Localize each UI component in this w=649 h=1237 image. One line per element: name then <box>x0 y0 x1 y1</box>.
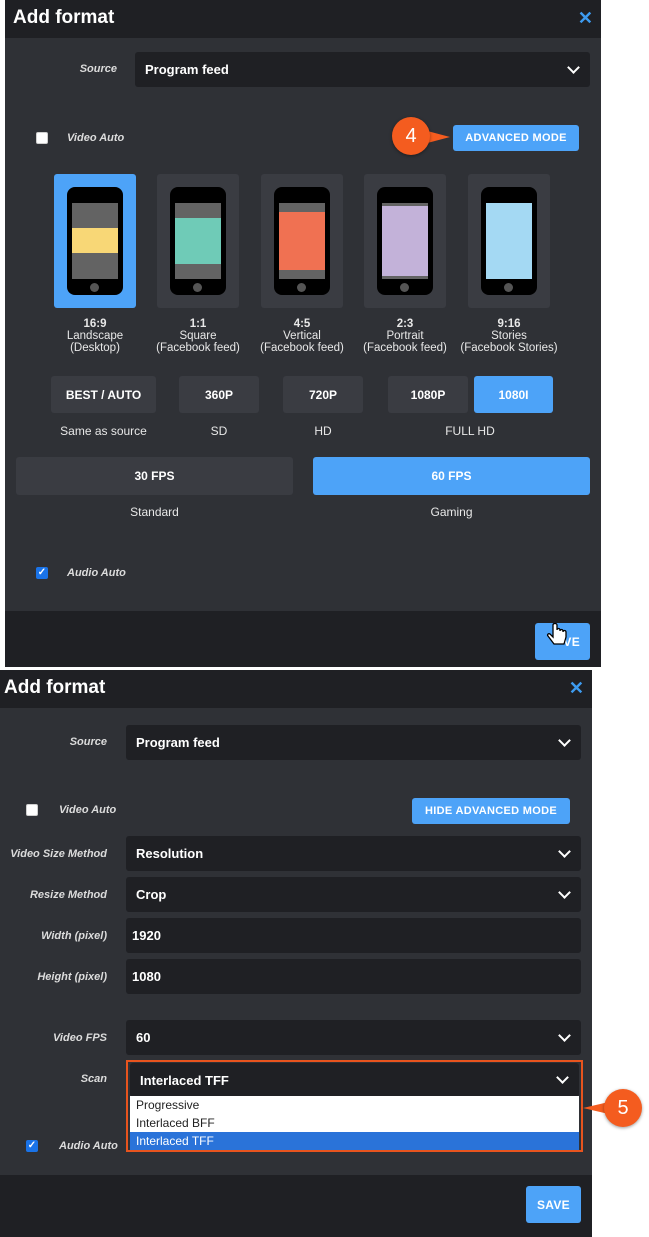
format-card-stories[interactable] <box>468 174 550 308</box>
chevron-down-icon <box>567 60 580 74</box>
close-icon[interactable]: ✕ <box>578 8 593 29</box>
video-size-method-select[interactable]: Resolution <box>126 836 581 871</box>
phone-icon <box>170 187 226 295</box>
phone-icon <box>481 187 537 295</box>
format-caption: 9:16 Stories (Facebook Stories) <box>460 318 558 354</box>
video-fps-value: 60 <box>136 1030 151 1045</box>
source-value: Program feed <box>145 62 229 77</box>
audio-auto-checkbox[interactable]: ✓ <box>26 1140 38 1152</box>
resize-method-label: Resize Method <box>29 889 107 901</box>
resize-method-select[interactable]: Crop <box>126 877 581 912</box>
phone-icon <box>377 187 433 295</box>
video-fps-select[interactable]: 60 <box>126 1020 581 1055</box>
chevron-down-icon <box>558 1028 571 1042</box>
resolution-caption: HD <box>314 424 332 438</box>
dialog-header: Add format ✕ <box>0 670 592 708</box>
scan-value: Interlaced TFF <box>140 1072 229 1088</box>
resize-method-value: Crop <box>136 887 167 902</box>
height-label: Height (pixel) <box>37 971 107 983</box>
dialog-header: Add format ✕ <box>5 0 601 38</box>
audio-auto-label: Audio Auto <box>59 1140 118 1152</box>
source-select[interactable]: Program feed <box>126 725 581 760</box>
width-input[interactable]: 1920 <box>126 918 581 953</box>
video-auto-checkbox[interactable] <box>26 804 38 816</box>
format-card-vertical[interactable] <box>261 174 343 308</box>
resolution-720p-button[interactable]: 720P <box>283 376 363 413</box>
video-auto-label: Video Auto <box>59 804 117 816</box>
resolution-caption: SD <box>210 424 228 438</box>
source-label: Source <box>79 63 117 75</box>
add-format-dialog-advanced: Add format ✕ Source Program feed Video A… <box>0 670 592 1237</box>
audio-auto-label: Audio Auto <box>67 567 126 579</box>
resolution-1080p-button[interactable]: 1080P <box>388 376 468 413</box>
scan-option-interlaced-tff[interactable]: Interlaced TFF <box>130 1132 579 1150</box>
callout-badge-4: 4 <box>392 117 430 155</box>
resolution-1080i-button[interactable]: 1080I <box>474 376 553 413</box>
dialog-title: Add format <box>4 677 106 698</box>
height-value: 1080 <box>132 969 161 984</box>
video-size-method-value: Resolution <box>136 846 204 861</box>
scan-select[interactable]: Interlaced TFF <box>130 1063 579 1097</box>
video-size-method-label: Video Size Method <box>10 848 107 860</box>
hand-cursor-icon <box>546 623 567 645</box>
format-caption: 2:3 Portrait (Facebook feed) <box>363 318 447 354</box>
scan-option-interlaced-bff[interactable]: Interlaced BFF <box>130 1114 579 1132</box>
callout-badge-5: 5 <box>604 1089 642 1127</box>
video-auto-label: Video Auto <box>67 132 125 144</box>
fps-60-button[interactable]: 60 FPS <box>313 457 590 495</box>
format-card-landscape[interactable] <box>54 174 136 308</box>
dialog-title: Add format <box>13 7 115 28</box>
dialog-footer: SAVE <box>0 1175 592 1237</box>
hide-advanced-mode-button[interactable]: HIDE ADVANCED MODE <box>412 798 570 824</box>
resolution-caption: FULL HD <box>445 424 495 438</box>
advanced-mode-button[interactable]: ADVANCED MODE <box>453 125 579 151</box>
format-caption: 4:5 Vertical (Facebook feed) <box>260 318 344 354</box>
format-caption: 1:1 Square (Facebook feed) <box>156 318 240 354</box>
fps-30-button[interactable]: 30 FPS <box>16 457 293 495</box>
video-fps-label: Video FPS <box>53 1032 107 1044</box>
chevron-down-icon <box>558 885 571 899</box>
height-input[interactable]: 1080 <box>126 959 581 994</box>
format-card-square[interactable] <box>157 174 239 308</box>
width-label: Width (pixel) <box>41 930 107 942</box>
scan-option-progressive[interactable]: Progressive <box>130 1096 579 1114</box>
close-icon[interactable]: ✕ <box>569 678 584 699</box>
phone-icon <box>274 187 330 295</box>
resolution-caption: Same as source <box>60 424 147 438</box>
scan-dropdown-list: Progressive Interlaced BFF Interlaced TF… <box>130 1096 579 1150</box>
format-card-portrait[interactable] <box>364 174 446 308</box>
chevron-down-icon <box>556 1071 569 1084</box>
save-button[interactable]: SAVE <box>526 1186 581 1223</box>
video-auto-checkbox[interactable] <box>36 132 48 144</box>
format-caption: 16:9 Landscape (Desktop) <box>66 318 124 354</box>
source-select[interactable]: Program feed <box>135 52 590 87</box>
source-label: Source <box>69 736 107 748</box>
width-value: 1920 <box>132 928 161 943</box>
chevron-down-icon <box>558 733 571 747</box>
resolution-360p-button[interactable]: 360P <box>179 376 259 413</box>
fps-caption: Gaming <box>430 505 473 519</box>
fps-caption: Standard <box>130 505 179 519</box>
add-format-dialog-basic: Add format ✕ Source Program feed Video A… <box>5 0 601 667</box>
resolution-best-auto-button[interactable]: BEST / AUTO <box>51 376 156 413</box>
scan-label: Scan <box>80 1073 107 1085</box>
source-value: Program feed <box>136 735 220 750</box>
chevron-down-icon <box>558 844 571 858</box>
audio-auto-checkbox[interactable]: ✓ <box>36 567 48 579</box>
phone-icon <box>67 187 123 295</box>
dialog-footer: VE <box>5 611 601 667</box>
